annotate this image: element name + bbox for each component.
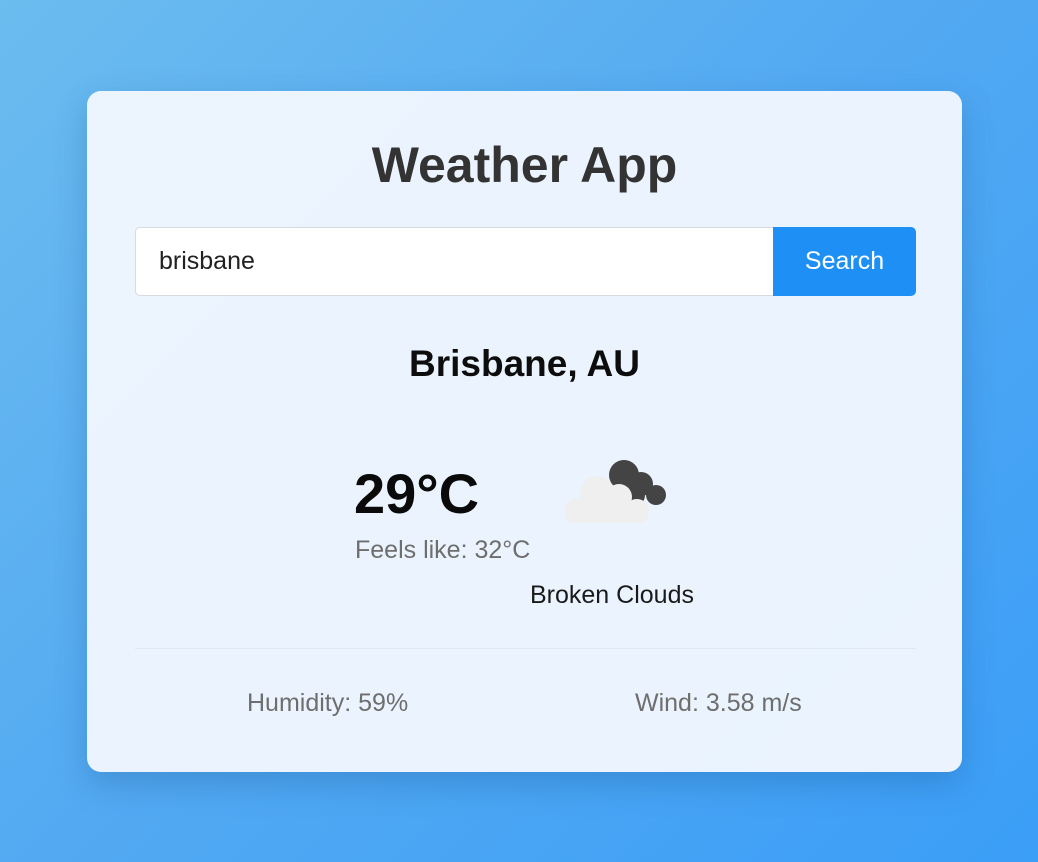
location-heading: Brisbane, AU (409, 343, 640, 384)
app-title: Weather App (371, 137, 678, 193)
weather-card: Weather App Search Brisbane, AU 29°C Fee… (87, 91, 962, 772)
weather-condition: Broken Clouds (530, 581, 694, 609)
temperature-value: 29°C (354, 462, 480, 525)
feels-like-text: Feels like: 32°C (355, 534, 530, 566)
divider (135, 648, 916, 649)
wind-text: Wind: 3.58 m/s (635, 687, 802, 719)
feels-like-value: 32°C (474, 536, 531, 564)
wind-label: Wind: (635, 689, 699, 717)
page-background: { "app": { "title": "Weather App" }, "se… (0, 0, 1038, 862)
city-search-input[interactable] (135, 227, 773, 296)
broken-clouds-icon (565, 460, 666, 523)
search-button[interactable]: Search (773, 227, 916, 296)
wind-value: 3.58 m/s (705, 689, 802, 717)
feels-like-label: Feels like: (355, 536, 468, 564)
humidity-label: Humidity: (247, 689, 352, 717)
humidity-text: Humidity: 59% (247, 687, 408, 719)
humidity-value: 59% (358, 689, 409, 717)
search-bar: Search (135, 227, 916, 296)
